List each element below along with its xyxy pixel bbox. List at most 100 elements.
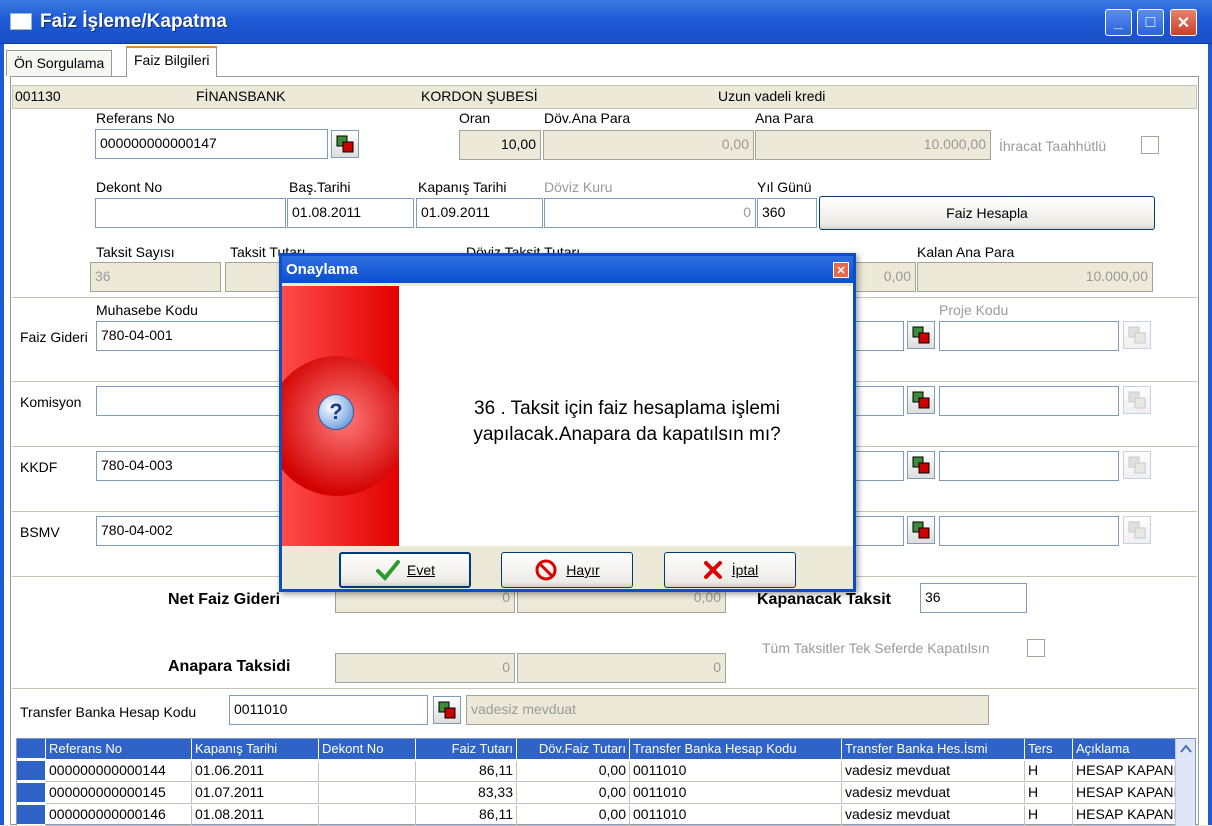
kkdf-proje-input[interactable] [939, 451, 1119, 481]
table-cell[interactable]: 0011010 [630, 761, 842, 782]
faiz-hesapla-button[interactable]: Faiz Hesapla [819, 196, 1155, 230]
table-cell[interactable]: H [1025, 805, 1073, 826]
grid-header[interactable]: Dekont No [319, 739, 416, 759]
taksit-sayisi-input[interactable]: 36 [90, 262, 221, 292]
grid-header[interactable]: Transfer Banka Hesap Kodu [630, 739, 842, 759]
grid-header[interactable]: Faiz Tutarı [416, 739, 517, 759]
tab-faiz-bilgileri[interactable]: Faiz Bilgileri [126, 46, 218, 77]
transfer-input[interactable]: 0011010 [229, 695, 428, 725]
table-cell[interactable]: H [1025, 783, 1073, 804]
table-cell[interactable] [319, 783, 416, 804]
oran-input[interactable]: 10,00 [459, 130, 541, 160]
grid-header[interactable]: Kapanış Tarihi [192, 739, 319, 759]
table-cell[interactable]: vadesiz mevduat [842, 805, 1025, 826]
table-cell[interactable]: 83,33 [416, 783, 517, 804]
yes-button[interactable]: Evet [339, 552, 471, 588]
table-cell[interactable]: 0011010 [630, 805, 842, 826]
close-button[interactable]: ✕ [1170, 9, 1197, 36]
faiz-gideri-proje-input[interactable] [939, 321, 1119, 351]
kkdf-lookup-button[interactable] [907, 451, 935, 479]
table-cell[interactable]: 000000000000144 [46, 761, 192, 782]
tab-on-sorgulama[interactable]: Ön Sorgulama [6, 50, 113, 76]
confirm-dialog: Onaylama ✕ ? 36 . Taksit için faiz hesap… [279, 253, 856, 592]
table-cell[interactable] [319, 761, 416, 782]
table-cell[interactable]: HESAP KAPANIŞ [1073, 805, 1176, 826]
bsmv-sub-input[interactable] [850, 516, 904, 546]
dekont-no-input[interactable] [95, 198, 286, 228]
kapanis-tarihi-input[interactable]: 01.09.2011 [416, 198, 543, 228]
cancel-button[interactable]: İptal [664, 552, 796, 588]
doviz-kalan-input[interactable]: 0,00 [850, 262, 916, 292]
maximize-button[interactable]: □ [1137, 9, 1164, 36]
bsmv-proje-input[interactable] [939, 516, 1119, 546]
komisyon-sub-input[interactable] [850, 386, 904, 416]
grid-header[interactable]: Referans No [46, 739, 192, 759]
faiz-gideri-sub-input[interactable] [850, 321, 904, 351]
kapanacak-taksit-input[interactable]: 36 [920, 583, 1027, 613]
table-cell[interactable]: 000000000000146 [46, 805, 192, 826]
table-cell[interactable]: vadesiz mevduat [842, 783, 1025, 804]
faiz-gideri-proje-lookup-button[interactable] [1123, 321, 1151, 349]
bsmv-proje-lookup-button[interactable] [1123, 516, 1151, 544]
komisyon-lookup-button[interactable] [907, 386, 935, 414]
faiz-gideri-input[interactable]: 780-04-001 [96, 321, 286, 351]
table-cell[interactable]: 01.07.2011 [192, 783, 319, 804]
tum-taksitler-checkbox[interactable] [1027, 639, 1045, 657]
bsmv-lookup-button[interactable] [907, 516, 935, 544]
ihracat-checkbox[interactable] [1141, 136, 1159, 154]
kkdf-input[interactable]: 780-04-003 [96, 451, 286, 481]
table-cell[interactable] [319, 805, 416, 826]
no-button[interactable]: Hayır [501, 552, 633, 588]
bsmv-input[interactable]: 780-04-002 [96, 516, 286, 546]
ana-para-input[interactable]: 10.000,00 [755, 130, 991, 160]
lookup-icon [912, 456, 930, 474]
grid-header[interactable]: Ters [1025, 739, 1073, 759]
grid-indicator [17, 739, 45, 759]
komisyon-proje-input[interactable] [939, 386, 1119, 416]
grid-header[interactable]: Açıklama [1073, 739, 1176, 759]
kalan-ana-para-input[interactable]: 10.000,00 [917, 262, 1153, 292]
table-cell[interactable]: 01.08.2011 [192, 805, 319, 826]
grid-header[interactable]: Döv.Faiz Tutarı [517, 739, 630, 759]
dialog-close-button[interactable]: ✕ [833, 262, 849, 278]
table-cell[interactable]: 0,00 [517, 805, 630, 826]
table-cell[interactable]: 0,00 [517, 761, 630, 782]
grid-scrollbar[interactable] [1175, 739, 1195, 826]
table-cell[interactable]: vadesiz mevduat [842, 761, 1025, 782]
minimize-button[interactable]: _ [1105, 9, 1132, 36]
table-cell[interactable]: HESAP KAPANIŞ [1073, 783, 1176, 804]
transfer-lookup-button[interactable] [433, 696, 461, 724]
window-app-icon [10, 13, 32, 30]
installments-grid[interactable]: Referans No Kapanış Tarihi Dekont No Fai… [16, 738, 1196, 826]
anapara-taksidi-input[interactable]: 0 [335, 653, 515, 683]
referans-no-input[interactable]: 000000000000147 [95, 129, 328, 159]
referans-lookup-button[interactable] [331, 130, 359, 158]
table-cell[interactable]: 01.06.2011 [192, 761, 319, 782]
yil-gunu-input[interactable]: 360 [757, 198, 817, 228]
transfer-desc-input[interactable]: vadesiz mevduat [466, 695, 989, 725]
dialog-titlebar[interactable]: Onaylama ✕ [282, 256, 853, 283]
table-cell[interactable]: HESAP KAPANIŞ [1073, 761, 1176, 782]
row-indicator[interactable] [17, 761, 45, 781]
window-titlebar[interactable]: Faiz İşleme/Kapatma _ □ ✕ [0, 0, 1212, 44]
table-cell[interactable]: H [1025, 761, 1073, 782]
anapara-taksidi-doviz-input[interactable]: 0 [517, 653, 726, 683]
table-cell[interactable]: 000000000000145 [46, 783, 192, 804]
row-indicator[interactable] [17, 783, 45, 803]
table-cell[interactable]: 0,00 [517, 783, 630, 804]
bas-tarihi-input[interactable]: 01.08.2011 [287, 198, 414, 228]
taksit-tutari-input[interactable] [225, 262, 285, 292]
doviz-kuru-input[interactable]: 0 [544, 198, 756, 228]
grid-header[interactable]: Transfer Banka Hes.İsmi [842, 739, 1025, 759]
scroll-up-icon[interactable] [1176, 739, 1196, 759]
dov-ana-para-input[interactable]: 0,00 [543, 130, 754, 160]
row-indicator[interactable] [17, 805, 45, 825]
table-cell[interactable]: 86,11 [416, 805, 517, 826]
komisyon-input[interactable] [96, 386, 286, 416]
kkdf-proje-lookup-button[interactable] [1123, 451, 1151, 479]
komisyon-proje-lookup-button[interactable] [1123, 386, 1151, 414]
kkdf-sub-input[interactable] [850, 451, 904, 481]
faiz-gideri-lookup-button[interactable] [907, 321, 935, 349]
table-cell[interactable]: 0011010 [630, 783, 842, 804]
table-cell[interactable]: 86,11 [416, 761, 517, 782]
